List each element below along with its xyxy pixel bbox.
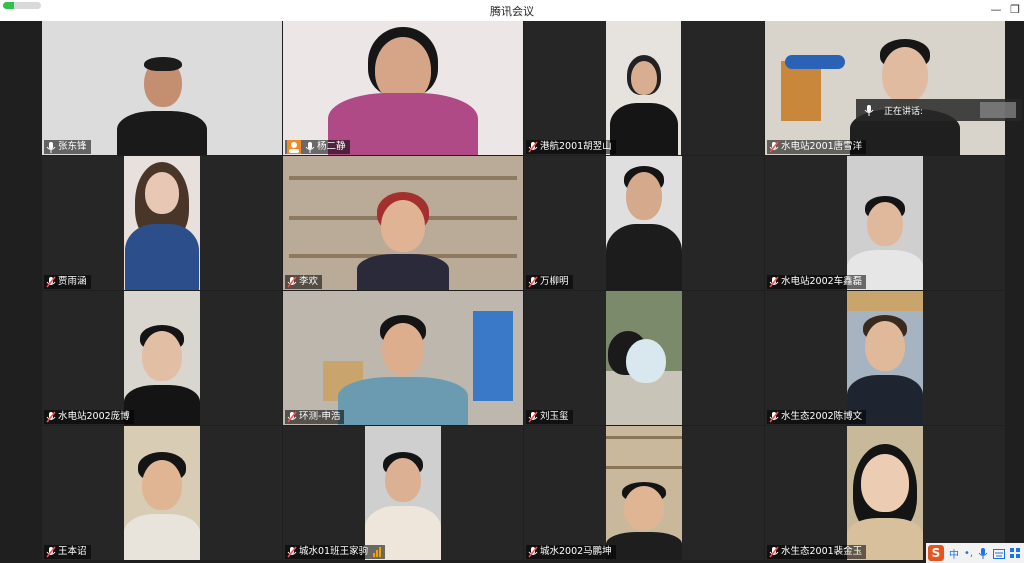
host-icon	[287, 140, 301, 154]
participant-tile[interactable]: 杨二静	[283, 21, 523, 155]
participant-name-label: 水生态2001裴金玉	[767, 545, 867, 559]
participant-tile[interactable]: 李欢	[283, 156, 523, 290]
video-feed	[124, 426, 200, 560]
participant-tile[interactable]: 水电站2001唐雪洋	[765, 21, 1005, 155]
participant-tile[interactable]: 水生态2002陈博文	[765, 291, 1005, 425]
participant-tile[interactable]: 万柳明	[524, 156, 764, 290]
participant-name-label: 港航2001胡翌山	[526, 140, 616, 154]
participant-name-label: 水电站2002庞博	[44, 410, 134, 424]
video-feed	[847, 156, 923, 290]
mic-muted-icon	[287, 411, 297, 423]
participant-tile[interactable]: 张东锋	[42, 21, 282, 155]
mic-muted-icon	[769, 141, 779, 153]
participant-tile[interactable]: 水电站2002庞博	[42, 291, 282, 425]
window-title: 腾讯会议	[490, 5, 534, 18]
keyboard-icon[interactable]	[993, 544, 1006, 563]
mic-muted-icon	[46, 276, 56, 288]
participant-name-label: 城水2002马鹏坤	[526, 545, 616, 559]
sogou-logo-icon[interactable]: S	[928, 545, 944, 561]
participant-tile[interactable]: 王本诏	[42, 426, 282, 560]
mic-on-icon	[46, 141, 56, 153]
mic-muted-icon	[528, 411, 538, 423]
video-feed	[847, 291, 923, 425]
video-feed	[124, 291, 200, 425]
restore-button[interactable]: ❐	[1008, 3, 1022, 17]
video-feed	[606, 156, 682, 290]
speaking-indicator: 正在讲话:	[856, 99, 1022, 121]
mic-muted-icon	[769, 276, 779, 288]
mic-muted-icon	[769, 411, 779, 423]
video-feed	[283, 21, 523, 155]
video-feed	[365, 426, 441, 560]
mic-muted-icon	[528, 546, 538, 558]
participant-tile[interactable]: 城水01班王家驹	[283, 426, 523, 560]
participant-name-label: 李欢	[285, 275, 323, 289]
speaking-text: 正在讲话:	[884, 106, 924, 117]
participant-name-label: 水生态2002陈博文	[767, 410, 867, 424]
video-feed	[124, 156, 200, 290]
participant-name-label: 水电站2002车鑫磊	[767, 275, 867, 289]
participant-name-label: 城水01班王家驹	[285, 545, 386, 559]
participant-name-label: 环测-申浩	[285, 410, 345, 424]
mic-muted-icon	[46, 411, 56, 423]
mic-muted-icon	[528, 141, 538, 153]
video-feed	[606, 426, 682, 560]
video-feed	[283, 291, 523, 425]
speaker-avatar	[980, 102, 1016, 118]
participant-tile[interactable]: 水电站2002车鑫磊	[765, 156, 1005, 290]
video-feed	[847, 426, 923, 560]
mic-on-icon	[305, 141, 315, 153]
participant-name-label: 万柳明	[526, 275, 573, 289]
ime-toolbar[interactable]: S 中 •,	[926, 543, 1024, 563]
mic-muted-icon	[769, 546, 779, 558]
participant-tile[interactable]: 环测-申浩	[283, 291, 523, 425]
signal-strength-icon	[373, 547, 382, 557]
participant-name-label: 王本诏	[44, 545, 91, 559]
mic-muted-icon	[528, 276, 538, 288]
video-feed	[42, 21, 282, 155]
video-feed	[606, 291, 682, 425]
mic-muted-icon	[46, 546, 56, 558]
title-bar: 腾讯会议 — ❐	[0, 0, 1024, 22]
participant-tile[interactable]: 贾雨涵	[42, 156, 282, 290]
participant-name-label: 张东锋	[44, 140, 91, 154]
ime-language-toggle[interactable]: 中	[949, 546, 959, 561]
video-feed	[606, 21, 681, 155]
participant-name-label: 水电站2001唐雪洋	[767, 140, 867, 154]
video-feed	[765, 21, 1005, 155]
mic-muted-icon	[287, 276, 297, 288]
participant-tile[interactable]: 刘玉玺	[524, 291, 764, 425]
grid-icon[interactable]	[1010, 544, 1021, 563]
participant-name-label: 贾雨涵	[44, 275, 91, 289]
mic-icon	[864, 104, 874, 119]
participant-name-label: 刘玉玺	[526, 410, 573, 424]
participant-tile[interactable]: 港航2001胡翌山	[524, 21, 764, 155]
mic-muted-icon	[287, 546, 297, 558]
participant-tile[interactable]: 城水2002马鹏坤	[524, 426, 764, 560]
minimize-button[interactable]: —	[989, 3, 1003, 17]
ime-punctuation-toggle[interactable]: •,	[964, 548, 973, 559]
participant-tile[interactable]: 水生态2001裴金玉	[765, 426, 1005, 560]
participant-name-label: 杨二静	[285, 140, 350, 154]
video-feed	[283, 156, 523, 290]
mic-icon[interactable]	[978, 544, 988, 563]
